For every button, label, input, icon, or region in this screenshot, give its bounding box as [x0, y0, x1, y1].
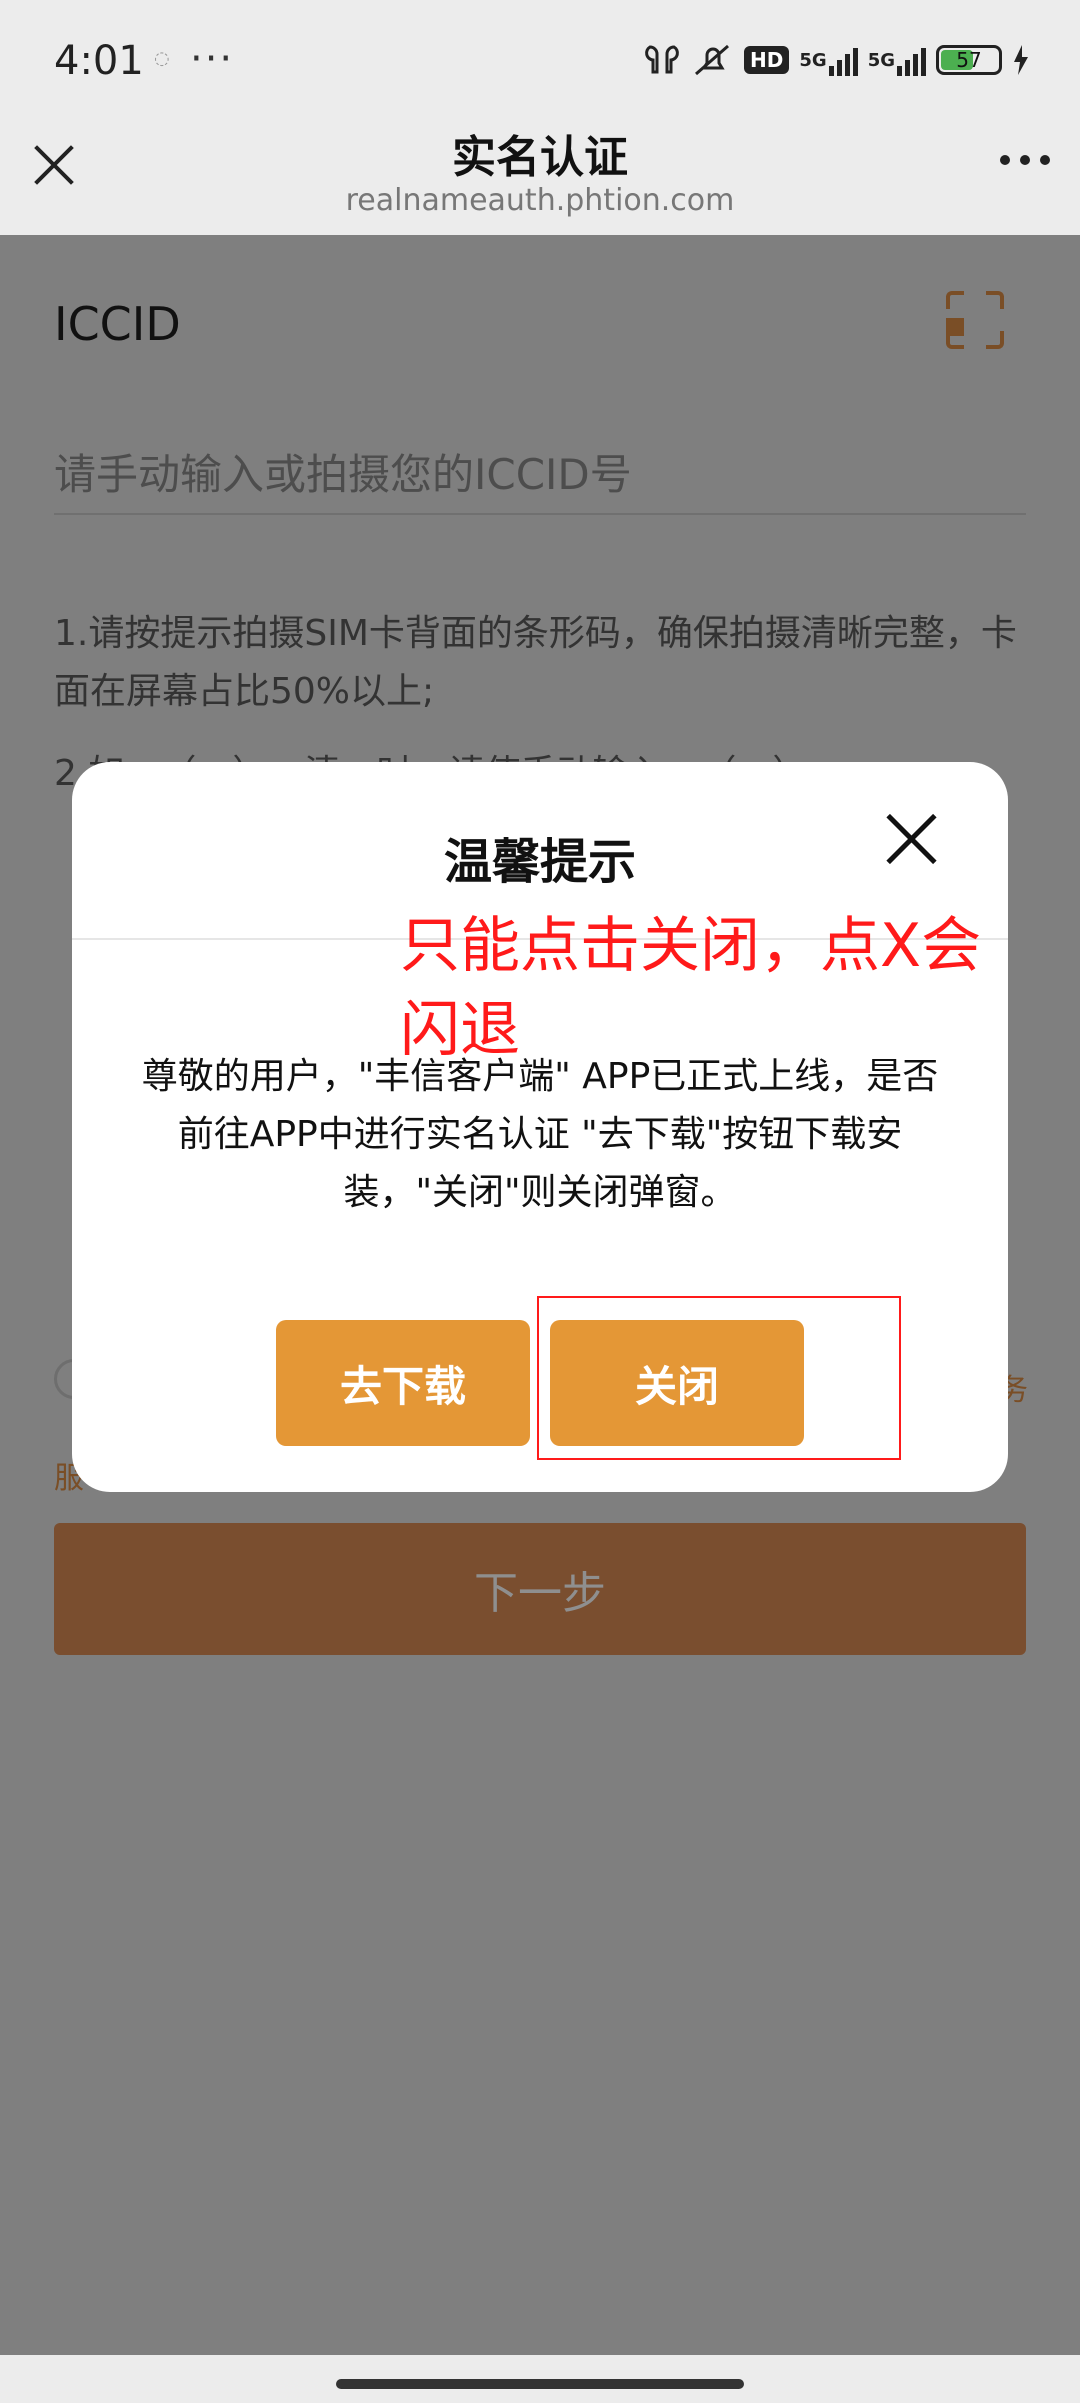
mute-icon — [692, 42, 734, 78]
hd-badge: HD — [744, 46, 790, 74]
battery-icon: 57 — [936, 45, 1002, 75]
battery-level: 57 — [956, 48, 982, 72]
status-time: 4:01 — [54, 38, 144, 84]
network-label-2: 5G — [867, 49, 895, 71]
more-dots-icon[interactable] — [1000, 155, 1050, 165]
network-5g-1: 5G — [799, 44, 858, 76]
next-step-button[interactable]: 下一步 — [54, 1523, 1026, 1655]
status-more-dots: ··· — [190, 36, 235, 82]
status-icons: HD 5G 5G 57 — [642, 40, 1030, 80]
scan-icon[interactable] — [946, 291, 1004, 349]
instruction-tip-1: 1.请按提示拍摄SIM卡背面的条形码，确保拍摄清晰完整，卡面在屏幕占比50%以上… — [54, 613, 1017, 712]
title-bar: 实名认证 realnameauth.phtion.com — [0, 105, 1080, 235]
charging-icon — [1012, 45, 1030, 75]
download-button[interactable]: 去下载 — [276, 1320, 530, 1446]
signal-icon-1 — [828, 44, 858, 76]
page-title: 实名认证 — [452, 132, 628, 183]
page-url: realnameauth.phtion.com — [345, 183, 735, 218]
navigation-bar — [0, 2355, 1080, 2403]
home-indicator[interactable] — [336, 2379, 744, 2389]
annotation-text: 只能点击关闭，点X会闪退 — [400, 911, 982, 1065]
dialog-message: 尊敬的用户，"丰信客户端" APP已正式上线，是否前往APP中进行实名认证 "去… — [141, 1056, 939, 1213]
signal-icon-2 — [897, 44, 926, 76]
network-5g-2: 5G — [868, 44, 926, 76]
notification-icon: ◌ — [154, 48, 170, 69]
network-label-1: 5G — [799, 49, 827, 71]
iccid-label: ICCID — [54, 297, 181, 351]
annotation-highlight-box — [537, 1296, 901, 1460]
status-bar: 4:01 ◌ ··· HD 5G 5G 57 — [0, 0, 1080, 105]
dialog-title: 温馨提示 — [443, 834, 636, 890]
earbuds-icon — [642, 43, 682, 77]
close-icon[interactable] — [884, 812, 938, 866]
iccid-input[interactable] — [54, 435, 1026, 515]
